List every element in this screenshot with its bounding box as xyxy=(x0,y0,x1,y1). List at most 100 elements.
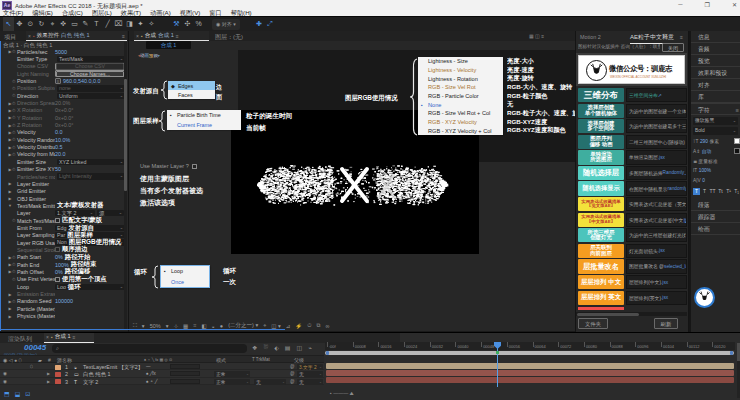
nav-start-handle[interactable] xyxy=(326,351,329,355)
property-value-cell[interactable]: 0x+0.0° xyxy=(55,107,124,114)
property-checkbox[interactable] xyxy=(55,247,60,252)
effect-property-row[interactable]: ▶ ⏱ Random Seed 100000 xyxy=(0,298,123,305)
eye-icon[interactable]: ◉ xyxy=(3,379,7,384)
property-value-cell[interactable]: Loo循环⌄ xyxy=(55,283,125,290)
property-value-cell[interactable]: 20.0% xyxy=(55,99,124,106)
timeline-toggle-icon[interactable]: ⬒ xyxy=(4,390,10,397)
puppet-pin-tool[interactable]: ✧ xyxy=(146,17,157,31)
script-button[interactable]: 随机选择层 xyxy=(578,166,624,180)
layer-duration-bar[interactable] xyxy=(326,377,734,383)
layer-twirl-icon[interactable]: ▶ xyxy=(47,379,50,384)
switch-boxes[interactable] xyxy=(170,379,200,384)
property-select[interactable]: none⌄ xyxy=(57,85,125,91)
dock-panel-tab[interactable]: 段落 xyxy=(691,199,740,211)
property-value[interactable]: 10.0% xyxy=(55,137,70,143)
property-value[interactable]: 960.0,540.0,0.0 xyxy=(63,78,100,84)
property-value[interactable]: 0x+0.0° xyxy=(55,107,74,113)
property-value-cell[interactable]: 50 xyxy=(55,166,124,173)
hand-tool[interactable]: ✥ xyxy=(14,17,25,31)
popup-option[interactable]: Current Frame xyxy=(167,120,241,130)
property-value-cell[interactable] xyxy=(55,188,124,195)
script-button[interactable]: 选择层创建 多个空间体 xyxy=(578,119,624,133)
effect-property-row[interactable]: Particles/sec modifier Light Intensity⌄ xyxy=(0,173,123,180)
effect-property-row[interactable]: Emitter Size XYZ Linked⌄ xyxy=(0,158,123,165)
timeline-toggle-icon[interactable]: ⬓ xyxy=(15,390,21,397)
effect-property-row[interactable]: ▶ ⏱ Particles/sec 5000 xyxy=(0,48,123,55)
property-value-cell[interactable]: Light Intensity⌄ xyxy=(55,173,125,180)
tab-comp-timeline[interactable]: × ▪ 合成 1 ≡ xyxy=(44,333,94,343)
script-button[interactable]: 图层序列 偏移 动画 xyxy=(578,135,624,149)
dimension-link-icon[interactable]: ≡ xyxy=(55,78,61,84)
pixel-aspect-icon[interactable]: ⊿ xyxy=(286,323,291,329)
effect-property-row[interactable]: ▶ ⏱ Velocity from Motion 20.0 xyxy=(0,151,123,158)
restore-button[interactable]: ❐ xyxy=(705,1,710,8)
layer-twirl-icon[interactable]: ▶ xyxy=(47,371,50,376)
clone-stamp-tool[interactable]: ⌧ xyxy=(113,17,124,31)
dock-panel-tab[interactable]: 音频 xyxy=(691,43,740,55)
property-value-cell[interactable]: 0x+0.0° xyxy=(55,121,124,128)
property-value-cell[interactable]: 使用第一个顶点 xyxy=(55,276,124,283)
property-value-cell[interactable]: 5000 xyxy=(55,48,124,55)
layer-switches[interactable]: — xyxy=(146,364,151,369)
use-master-layer-checkbox[interactable] xyxy=(192,164,197,169)
panel-menu-icon[interactable]: ≡ xyxy=(680,34,683,40)
effect-property-row[interactable]: ▼ Text/Mask Emitter 文本/蒙板发射器 xyxy=(0,202,123,209)
layer-duration-bar[interactable] xyxy=(326,363,734,369)
type-style-button[interactable]: TT xyxy=(709,188,716,195)
dock-panel-tab[interactable]: 库 xyxy=(691,91,740,103)
dock-panel-tab[interactable]: 效果和预设 xyxy=(691,67,740,79)
script-button[interactable]: 三维分布 xyxy=(578,88,624,102)
popup-option[interactable]: ▪Particle Birth Time xyxy=(167,110,241,120)
property-value-cell[interactable]: Text/Mask⌄ xyxy=(55,55,125,62)
popup-option[interactable]: ▪Loop xyxy=(161,266,209,277)
property-value-cell[interactable] xyxy=(55,180,124,187)
dock-panel-tab[interactable]: 绘画 xyxy=(691,223,740,235)
property-value[interactable]: 0x+0.0° xyxy=(55,115,74,121)
selection-tool[interactable]: ↖ xyxy=(3,17,14,31)
popup-option[interactable]: RGB - Size Vel Rot + Col xyxy=(418,109,503,118)
layer-switches[interactable]: ♠ ╱fx xyxy=(146,371,156,376)
effect-property-row[interactable]: ⏱ Use First Vertex 使用第一个顶点 xyxy=(0,276,123,283)
panel-menu-icon[interactable]: ≡ xyxy=(122,33,125,39)
viewer-corner-icons[interactable]: ▦ ◫ ≡ xyxy=(529,33,544,39)
timeline-vscrollbar[interactable] xyxy=(737,343,740,398)
effect-property-row[interactable]: ▶ Emission Extras xyxy=(0,290,123,297)
popup-option[interactable]: RGB - XYZ Velocity xyxy=(418,118,503,127)
zoom-tool[interactable]: ⊙ xyxy=(25,17,36,31)
effect-property-row[interactable]: ▶ Grid Emitter xyxy=(0,188,123,195)
property-value-cell[interactable]: Uniform⌄ xyxy=(55,92,125,99)
property-checkbox[interactable] xyxy=(55,218,60,223)
workspace-pill[interactable]: ◉ 对齐 ▾ xyxy=(212,19,240,30)
dock-panel-tab[interactable]: 对齐 xyxy=(691,79,740,91)
script-button[interactable]: 实用表达式收藏清单 【中文版AE】 xyxy=(578,213,624,227)
popup-option[interactable]: Lightness - Velocity xyxy=(418,66,503,75)
effect-property-row[interactable]: Choose CSV Choose CSV xyxy=(0,63,123,70)
type-tool[interactable]: T xyxy=(91,17,102,31)
close-info-button[interactable]: 关闭 xyxy=(662,43,684,52)
property-value[interactable]: 5000 xyxy=(55,49,67,55)
layer-row[interactable]: ◉ ▶ 2 ▭ 白色 纯色 1 ♠ ╱fx 正常⌄ @ 无⌄ xyxy=(0,370,324,377)
popup-option[interactable]: ◆Edges xyxy=(168,81,215,90)
time-navigator[interactable] xyxy=(325,351,734,356)
property-value-cell[interactable]: XYZ Linked⌄ xyxy=(55,158,125,165)
popup-option[interactable]: Faces xyxy=(168,90,215,99)
pan-behind-tool[interactable]: ✜ xyxy=(58,17,69,31)
property-value[interactable]: 0.5 xyxy=(55,144,63,150)
panel-menu-icon[interactable]: ≡ xyxy=(176,33,179,39)
timeline-toggle-icon[interactable]: ⊡ xyxy=(25,390,30,397)
panel-divider[interactable] xyxy=(575,31,576,332)
type-style-button[interactable]: Tt xyxy=(717,188,724,195)
effect-property-row[interactable]: ▶ ⏱ Path End 100%路径结束 xyxy=(0,261,123,268)
hide-shy-icon[interactable]: ⬖ xyxy=(274,344,279,351)
effect-property-row[interactable]: ⏱ Position Subpixel none⌄ xyxy=(0,85,123,92)
property-select[interactable]: Uniform⌄ xyxy=(57,93,125,99)
expand-icon[interactable]: ⤢ xyxy=(265,17,276,31)
trkmat-header[interactable]: T TrkMat xyxy=(252,357,270,362)
popup-option[interactable]: Lightness - Rotation xyxy=(418,74,503,83)
effect-property-row[interactable]: Loop Loo循环⌄ xyxy=(0,283,123,290)
property-value[interactable]: 100000 xyxy=(55,298,73,304)
graph-editor-icon[interactable]: ⌁ xyxy=(308,344,312,351)
shape-tool[interactable]: ▭ xyxy=(69,17,80,31)
panel-divider[interactable] xyxy=(128,31,129,332)
popup-option[interactable]: ▪None xyxy=(418,100,503,109)
